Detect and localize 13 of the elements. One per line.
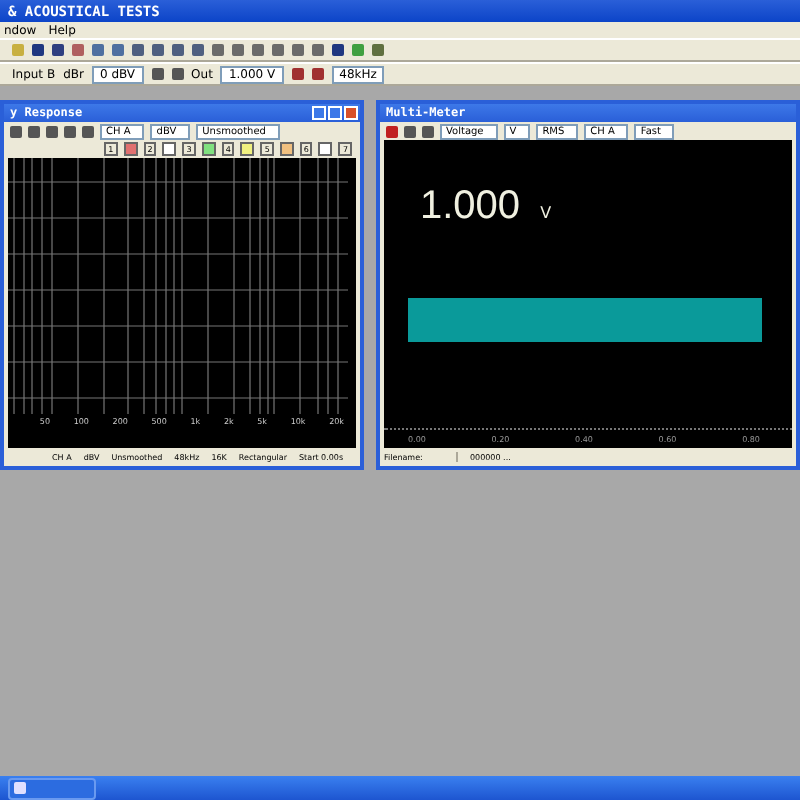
minimize-button[interactable]: [312, 106, 326, 120]
meter-reading: 1.000: [420, 184, 521, 230]
app-icon: [14, 782, 26, 794]
trace-swatch[interactable]: [279, 142, 294, 156]
trace-swatch[interactable]: [162, 142, 177, 156]
unit-label: V: [540, 204, 552, 222]
trace-swatch[interactable]: [123, 142, 138, 156]
close-button[interactable]: [344, 106, 358, 120]
maximize-button[interactable]: [328, 106, 342, 120]
taskbar-button[interactable]: [8, 777, 96, 799]
trace-swatch[interactable]: [318, 142, 333, 156]
trace-swatch[interactable]: [240, 142, 255, 156]
trace-swatch[interactable]: [201, 142, 216, 156]
